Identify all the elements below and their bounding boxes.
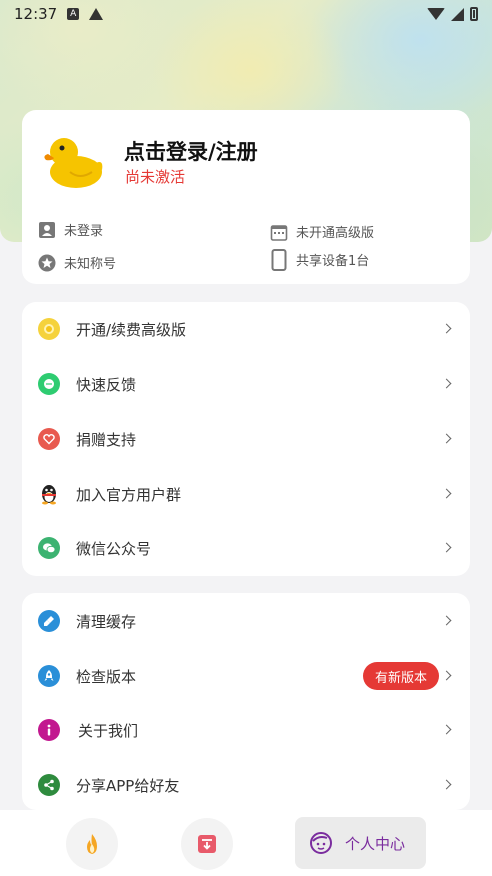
chevron-right-icon: [441, 670, 452, 681]
menu-label: 快速反馈: [76, 375, 137, 394]
chevron-right-icon: [441, 488, 452, 499]
wechat-icon: [38, 537, 60, 559]
login-register-link[interactable]: 点击登录/注册: [124, 136, 258, 166]
nav-profile-tab[interactable]: 个人中心: [295, 817, 426, 869]
menu-item-premium[interactable]: 开通/续费高级版: [22, 304, 470, 354]
chevron-right-icon: [441, 615, 452, 626]
nav-download-button[interactable]: [181, 818, 233, 870]
notification-a-icon: A: [67, 8, 80, 20]
flame-icon: [87, 834, 97, 854]
premium-status-item: 未开通高级版: [270, 222, 374, 241]
feedback-icon: [38, 373, 60, 395]
menu-label: 分享APP给好友: [76, 776, 180, 795]
wifi-icon: [427, 8, 445, 20]
menu-label: 微信公众号: [76, 539, 152, 558]
chevron-right-icon: [441, 724, 452, 735]
rocket-icon: [38, 665, 60, 687]
face-profile-icon: [310, 832, 332, 854]
star-badge-icon: [38, 254, 56, 272]
menu-item-wechat[interactable]: 微信公众号: [22, 523, 470, 573]
donate-heart-icon: [38, 428, 60, 450]
info-icon: [38, 719, 60, 741]
premium-status-text: 未开通高级版: [296, 226, 375, 241]
nickname-text: 未知称号: [64, 257, 117, 272]
status-icons: [427, 7, 478, 21]
status-time: 12:37: [14, 5, 58, 23]
menu-label: 开通/续费高级版: [76, 320, 187, 339]
nav-profile-label: 个人中心: [345, 834, 406, 853]
chevron-right-icon: [441, 779, 452, 790]
qq-penguin-icon: [38, 483, 60, 505]
account-icon: [38, 221, 56, 239]
chevron-right-icon: [441, 433, 452, 444]
menu-item-check-version[interactable]: 检查版本 有新版本: [22, 651, 470, 701]
menu-label: 关于我们: [78, 721, 139, 740]
profile-card[interactable]: 点击登录/注册 尚未激活 未登录 未开通高级版 未知称号 共享设备1台: [22, 110, 470, 284]
new-version-badge: 有新版本: [362, 662, 439, 690]
nickname-item: 未知称号: [38, 253, 116, 272]
signal-icon: [451, 7, 464, 21]
shared-devices-text: 共享设备1台: [296, 254, 370, 269]
share-icon: [38, 774, 60, 796]
premium-icon: [38, 318, 60, 340]
menu-label: 检查版本: [76, 667, 137, 686]
menu-group-services: 开通/续费高级版 快速反馈 捐赠支持 加入官方用户群 微信公众号: [22, 302, 470, 576]
menu-group-app: 清理缓存 检查版本 有新版本 关于我们 分享APP给好友: [22, 593, 470, 810]
duck-avatar-icon[interactable]: [42, 132, 104, 190]
menu-item-about[interactable]: 关于我们: [22, 705, 470, 755]
login-status-item: 未登录: [38, 220, 103, 239]
battery-icon: [470, 7, 478, 21]
chevron-right-icon: [441, 378, 452, 389]
menu-label: 捐赠支持: [76, 430, 137, 449]
calendar-icon: [270, 223, 288, 241]
download-box-icon: [198, 835, 216, 853]
phone-icon: [270, 248, 288, 271]
login-status-text: 未登录: [64, 224, 104, 239]
shared-devices-item: 共享设备1台: [270, 248, 370, 271]
menu-item-share[interactable]: 分享APP给好友: [22, 760, 470, 810]
bottom-navigation: 个人中心: [0, 810, 492, 876]
menu-label: 清理缓存: [76, 612, 137, 631]
activation-status: 尚未激活: [125, 168, 186, 186]
nav-hot-button[interactable]: [66, 818, 118, 870]
menu-item-qq-group[interactable]: 加入官方用户群: [22, 469, 470, 519]
chevron-right-icon: [441, 542, 452, 553]
menu-item-feedback[interactable]: 快速反馈: [22, 359, 470, 409]
menu-label: 加入官方用户群: [76, 485, 182, 504]
menu-item-clear-cache[interactable]: 清理缓存: [22, 596, 470, 646]
broom-icon: [38, 610, 60, 632]
chevron-right-icon: [441, 323, 452, 334]
warning-icon: [89, 8, 104, 20]
status-bar: 12:37 A: [0, 0, 492, 28]
menu-item-donate[interactable]: 捐赠支持: [22, 414, 470, 464]
